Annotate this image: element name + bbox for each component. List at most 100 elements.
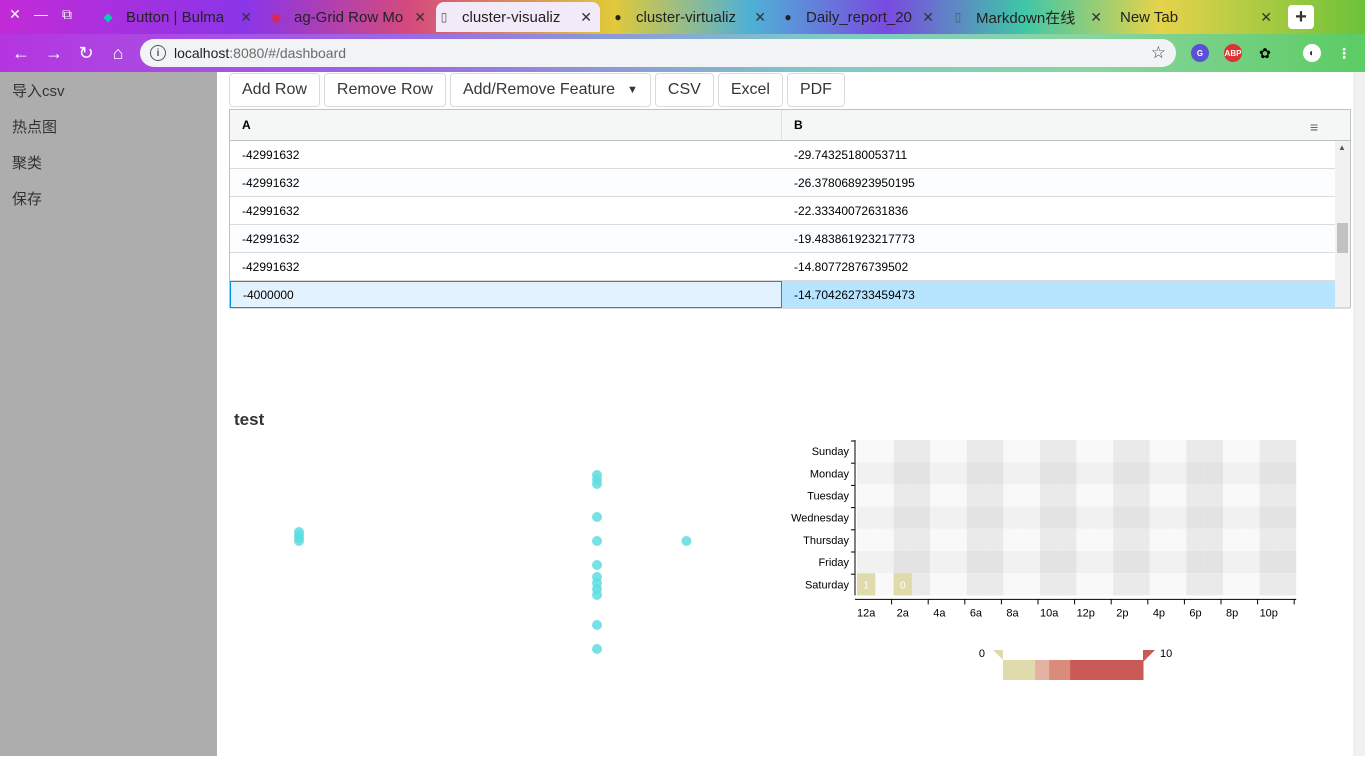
heatmap-cell [875,551,894,574]
column-header-a[interactable]: A [230,110,782,140]
heatmap-cell [1131,462,1150,485]
back-arrow-icon[interactable]: ← [10,42,32,64]
tab-close-icon[interactable]: ✕ [414,9,426,26]
heatmap-cell [1076,440,1095,463]
remove-row-button[interactable]: Remove Row [323,73,446,107]
table-row-selected[interactable]: -4000000 -14.704262733459473 [230,281,1350,309]
scrollbar-thumb[interactable] [1337,223,1348,253]
site-info-icon[interactable]: i [150,45,166,61]
heatmap-cell [1186,551,1205,574]
heatmap-cell [1277,484,1297,507]
table-cell[interactable]: -14.80772876739502 [782,253,1336,280]
scatter-chart [294,470,692,654]
x-tick-label: 12a [857,607,876,619]
y-tick-label: Tuesday [807,491,849,503]
grid-scrollbar[interactable]: ▲ [1335,141,1350,307]
column-header-b[interactable]: B ≡ [782,110,1336,140]
tab-daily-report[interactable]: ● Daily_report_20 ✕ [780,2,942,32]
table-row[interactable]: -42991632 -19.483861923217773 [230,225,1350,253]
translate-extension-icon[interactable]: G [1191,44,1209,62]
tab-bulma[interactable]: ◆ Button | Bulma ✕ [100,2,260,32]
heatmap-cell [1113,573,1132,596]
tab-ag-grid[interactable]: ◉ ag-Grid Row Mo ✕ [268,2,434,32]
table-cell[interactable]: -26.378068923950195 [782,169,1336,196]
bulma-favicon-icon: ◆ [103,10,113,24]
tab-close-icon[interactable]: ✕ [922,9,934,26]
heatmap-cell [1113,484,1132,507]
heatmap-cell [1113,506,1132,529]
adblock-extension-icon[interactable]: ABP [1224,44,1242,62]
forward-arrow-icon[interactable]: → [43,42,65,64]
column-menu-icon[interactable]: ≡ [1310,119,1322,135]
table-cell[interactable]: -42991632 [230,197,782,224]
table-row[interactable]: -42991632 -22.33340072631836 [230,197,1350,225]
heatmap-cell [1003,551,1022,574]
scatter-point [592,644,602,654]
page-scrollbar[interactable] [1353,72,1365,756]
window-minimize-icon[interactable]: — [28,0,54,28]
bookmark-star-icon[interactable]: ☆ [1151,43,1166,63]
heatmap-cell [1040,440,1059,463]
heatmap-cell [1021,484,1040,507]
sidebar-item-import-csv[interactable]: 导入csv [0,72,217,108]
table-cell[interactable]: -42991632 [230,225,782,252]
heatmap-cell [1094,462,1114,485]
heatmap-cell [966,528,986,551]
tab-close-icon[interactable]: ✕ [1260,9,1272,26]
browser-toolbar: ← → ↻ ⌂ i localhost:8080/#/dashboard ☆ G… [0,34,1365,72]
add-row-button[interactable]: Add Row [229,73,320,107]
add-remove-feature-dropdown[interactable]: Add/Remove Feature ▼ [449,73,651,107]
reload-icon[interactable]: ↻ [75,42,97,64]
heatmap-cell [1076,528,1095,551]
table-cell[interactable]: -19.483861923217773 [782,225,1336,252]
gnome-extension-icon[interactable]: ✿ [1256,44,1274,62]
table-cell[interactable]: -42991632 [230,169,782,196]
table-cell[interactable]: -14.704262733459473 [782,281,1336,308]
excel-export-button[interactable]: Excel [717,73,783,107]
window-close-icon[interactable]: ✕ [2,0,28,28]
sidebar-item-cluster[interactable]: 聚类 [0,144,217,180]
tab-title: cluster-virtualiz [636,8,737,26]
heatmap-cell [930,506,949,529]
csv-export-button[interactable]: CSV [654,73,714,107]
table-cell[interactable]: -42991632 [230,253,782,280]
tab-cluster-virtualiz[interactable]: ● cluster-virtualiz ✕ [610,2,774,32]
heatmap-cell [1040,484,1059,507]
home-icon[interactable]: ⌂ [107,42,129,64]
table-cell[interactable]: -29.74325180053711 [782,141,1336,168]
heatmap-cell [1168,573,1187,596]
heatmap-cell [1058,551,1077,574]
table-cell-focused[interactable]: -4000000 [230,281,782,308]
heatmap-cell [893,484,912,507]
sidebar-item-label: 保存 [12,190,43,208]
tab-markdown[interactable]: ▯ Markdown在线 ✕ [950,2,1110,32]
window-restore-icon[interactable]: ⧉ [54,0,80,28]
scatter-point [681,536,692,546]
table-row[interactable]: -42991632 -26.378068923950195 [230,169,1350,197]
sidebar-item-heatmap[interactable]: 热点图 [0,108,217,144]
heatmap-cell [1076,506,1095,529]
sidebar-item-save[interactable]: 保存 [0,180,217,216]
tab-close-icon[interactable]: ✕ [240,9,252,26]
table-cell[interactable]: -22.33340072631836 [782,197,1336,224]
pdf-export-button[interactable]: PDF [786,73,845,107]
heatmap-cell [1186,506,1205,529]
address-bar[interactable]: i localhost:8080/#/dashboard ☆ [140,39,1176,67]
main-content: Add Row Remove Row Add/Remove Feature ▼ … [217,72,1353,756]
tab-close-icon[interactable]: ✕ [580,9,592,26]
tab-close-icon[interactable]: ✕ [1090,9,1102,26]
table-row[interactable]: -42991632 -14.80772876739502 [230,253,1350,281]
tab-cluster-visualiz[interactable]: ▯ cluster-visualiz ✕ [436,2,600,32]
browser-menu-icon[interactable]: ⋮ [1335,44,1353,62]
table-row[interactable]: -42991632 -29.74325180053711 [230,141,1350,169]
tab-title: Daily_report_20 [806,8,912,26]
tab-new-tab[interactable]: New Tab ✕ [1120,2,1280,32]
profile-avatar-icon[interactable]: ◐ [1303,44,1321,62]
table-cell[interactable]: -42991632 [230,141,782,168]
tab-close-icon[interactable]: ✕ [754,9,766,26]
heatmap-cell [1021,528,1040,551]
new-tab-plus-icon[interactable]: + [1288,5,1314,29]
scroll-up-arrow-icon[interactable]: ▲ [1338,143,1346,152]
heatmap-cell [1186,528,1205,551]
heatmap-cell [1058,528,1077,551]
